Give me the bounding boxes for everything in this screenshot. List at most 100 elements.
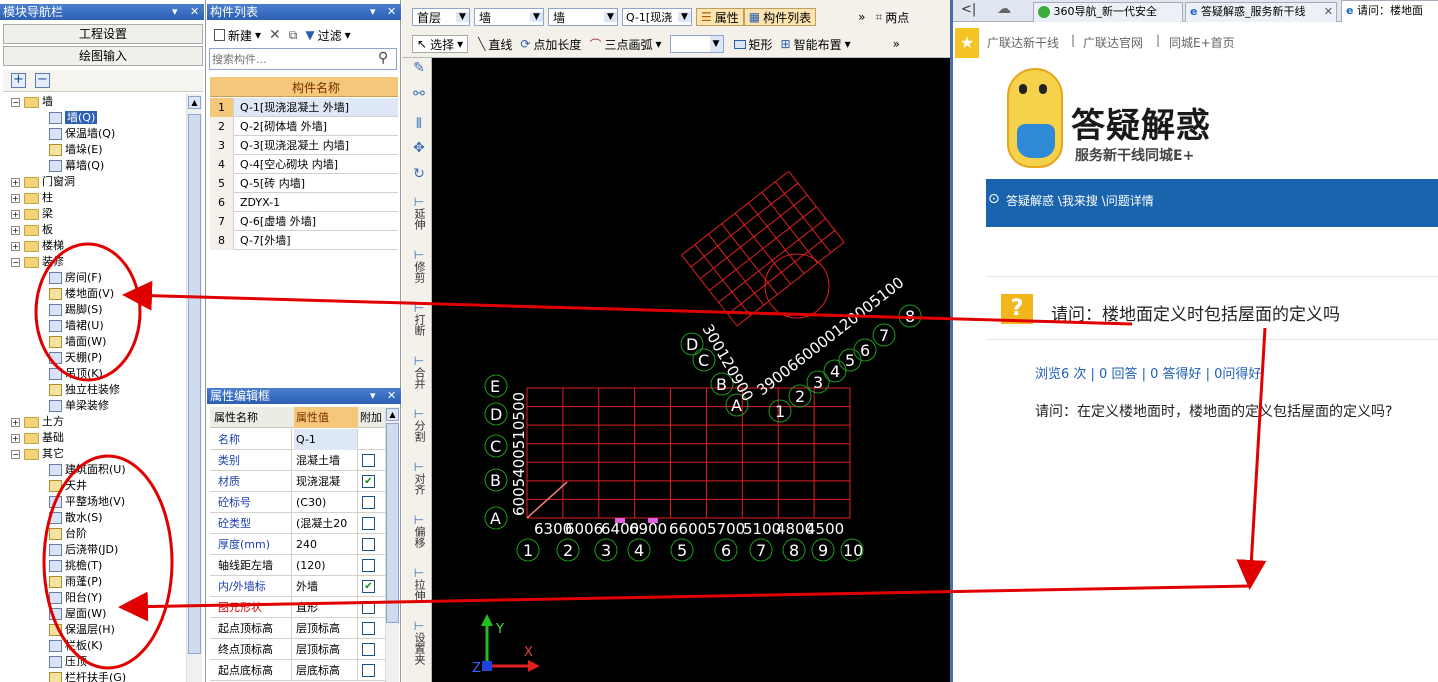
vertical-tool-button[interactable]: ⊢ 对齐 [408, 461, 430, 495]
property-value[interactable]: (C30) [294, 492, 358, 513]
component-row[interactable]: 5 Q-5[砖 内墙] [210, 174, 398, 193]
scroll-thumb[interactable] [386, 423, 399, 623]
tree-item[interactable]: 台阶 [49, 526, 87, 542]
tree-folder[interactable]: + 土方 [11, 414, 64, 430]
extra-checkbox[interactable] [362, 664, 375, 677]
tree-item[interactable]: 栏杆扶手(G) [49, 670, 126, 682]
component-list-button[interactable]: ▦ 构件列表 [743, 8, 817, 26]
point-length-button[interactable]: ⟳ 点加长度 [516, 35, 585, 53]
tree-item[interactable]: 墙(Q) [49, 110, 98, 126]
search-icon[interactable]: ⚲ [378, 50, 388, 66]
tree-folder[interactable]: − 其它 [11, 446, 64, 462]
pin-icon[interactable]: ▾ [370, 388, 376, 404]
project-settings-button[interactable]: 工程设置 [3, 24, 203, 44]
pin-icon[interactable]: ▾ [370, 4, 376, 20]
two-point-button[interactable]: ⌗ 两点 [871, 8, 913, 26]
expand-icon[interactable]: + [11, 417, 20, 427]
component-row[interactable]: 6 ZDYX-1 [210, 193, 398, 212]
tree-item[interactable]: 墙垛(E) [49, 142, 103, 158]
property-value[interactable]: 现浇混凝 [294, 471, 358, 492]
extra-checkbox[interactable] [362, 622, 375, 635]
tree-item[interactable]: 房间(F) [49, 270, 102, 286]
extra-checkbox[interactable] [362, 559, 375, 572]
smart-layout-button[interactable]: ⊞ 智能布置 ▾ [777, 35, 855, 53]
copy-icon[interactable]: ⧉ [285, 26, 302, 44]
breadcrumb[interactable]: 答疑解惑 \我来搜 \问题详情 [1006, 192, 1154, 209]
expand-icon[interactable]: + [11, 241, 20, 251]
property-row[interactable]: 轴线距左墙 (120) [210, 555, 385, 576]
extra-checkbox[interactable] [362, 517, 375, 530]
vertical-tool-button[interactable]: ⊢ 延伸 [408, 196, 430, 230]
tree-item[interactable]: 栏板(K) [49, 638, 103, 654]
property-value[interactable]: (混凝土20 [294, 513, 358, 534]
star-icon[interactable]: ★ [955, 28, 979, 58]
properties-button[interactable]: ☰ 属性 [696, 8, 744, 26]
vertical-tool-button[interactable]: ⊢ 偏移 [408, 514, 430, 548]
tree-item[interactable]: 踢脚(S) [49, 302, 103, 318]
component-row[interactable]: 8 Q-7[外墙] [210, 231, 398, 250]
extra-checkbox[interactable] [362, 643, 375, 656]
floor-select[interactable]: 首层 ▼ [412, 8, 470, 26]
close-icon[interactable]: ✕ [387, 388, 396, 404]
tree-item[interactable]: 保温层(H) [49, 622, 115, 638]
tree-item[interactable]: 单梁装修 [49, 398, 109, 414]
property-value[interactable]: (120) [294, 555, 358, 576]
property-row[interactable]: 砼类型 (混凝土20 [210, 513, 385, 534]
tree-item[interactable]: 后浇带(JD) [49, 542, 118, 558]
tree-item[interactable]: 楼地面(V) [49, 286, 114, 302]
expand-all-icon[interactable]: + [11, 73, 26, 88]
expand-icon[interactable]: + [11, 225, 20, 235]
tool-icon[interactable]: ✎ [408, 61, 430, 75]
close-icon[interactable]: ✕ [387, 4, 396, 20]
component-row[interactable]: 1 Q-1[现浇混凝土 外墙] [210, 98, 398, 117]
tree-item[interactable]: 屋面(W) [49, 606, 106, 622]
tree-folder[interactable]: − 墙 [11, 94, 53, 110]
close-tab-icon[interactable]: ✕ [1324, 3, 1333, 21]
tree-item[interactable]: 独立柱装修 [49, 382, 120, 398]
extra-checkbox[interactable] [362, 538, 375, 551]
tree-folder[interactable]: − 装修 [11, 254, 64, 270]
more-toolbar-icon[interactable]: » [858, 10, 865, 24]
property-row[interactable]: 起点底标高 层底标高 [210, 660, 385, 681]
property-value[interactable]: 外墙 [294, 576, 358, 597]
property-value[interactable]: 240 [294, 534, 358, 555]
property-value[interactable]: 混凝土墙 [294, 450, 358, 471]
expand-icon[interactable]: + [11, 193, 20, 203]
tree-item[interactable]: 墙面(W) [49, 334, 106, 350]
select-button[interactable]: ↖ 选择 ▾ [412, 35, 469, 53]
property-row[interactable]: 图元形状 直形 [210, 597, 385, 618]
tree-item[interactable]: 墙裙(U) [49, 318, 104, 334]
scroll-up-arrow-icon[interactable]: ▲ [386, 408, 399, 421]
tree-folder[interactable]: + 门窗洞 [11, 174, 75, 190]
back-arrow-icon[interactable]: <| [961, 2, 976, 17]
tab-dayijiehuo[interactable]: e 答疑解惑_服务新干线 ✕ [1185, 2, 1337, 22]
property-value[interactable]: 层底标高 [294, 660, 358, 681]
expand-icon[interactable]: + [11, 433, 20, 443]
vertical-tool-button[interactable]: ⊢ 拉伸 [408, 567, 430, 601]
component-row[interactable]: 7 Q-6[虚墙 外墙] [210, 212, 398, 231]
scroll-thumb[interactable] [188, 114, 201, 654]
extra-checkbox[interactable] [362, 496, 375, 509]
tree-item[interactable]: 天井 [49, 478, 87, 494]
new-component-button[interactable]: 新建 ▾ [210, 26, 265, 44]
property-row[interactable]: 名称 Q-1 [210, 429, 385, 450]
tree-item[interactable]: 吊顶(K) [49, 366, 103, 382]
tree-item[interactable]: 幕墙(Q) [49, 158, 104, 174]
property-row[interactable]: 终点顶标高 层顶标高 [210, 639, 385, 660]
tab-360[interactable]: 360导航_新一代安全 [1033, 2, 1183, 22]
tree-folder[interactable]: + 板 [11, 222, 53, 238]
extra-checkbox[interactable] [362, 454, 375, 467]
tool-icon[interactable]: ✥ [408, 141, 430, 155]
component-row[interactable]: 3 Q-3[现浇混凝土 内墙] [210, 136, 398, 155]
property-value[interactable]: 直形 [294, 597, 358, 618]
tree-item[interactable]: 平整场地(V) [49, 494, 125, 510]
vertical-tool-button[interactable]: ⊢ 合并 [408, 355, 430, 389]
expand-icon[interactable]: + [11, 209, 20, 219]
more-toolbar-icon[interactable]: » [893, 37, 900, 51]
rectangle-button[interactable]: 矩形 [730, 35, 777, 53]
tree-folder[interactable]: + 梁 [11, 206, 53, 222]
tree-item[interactable]: 挑檐(T) [49, 558, 102, 574]
line-button[interactable]: ╲ 直线 [474, 35, 516, 53]
question-stats[interactable]: 浏览6 次 | 0 回答 | 0 答得好 | 0问得好 [1035, 363, 1261, 382]
type2-select[interactable]: 墙 ▼ [548, 8, 618, 26]
